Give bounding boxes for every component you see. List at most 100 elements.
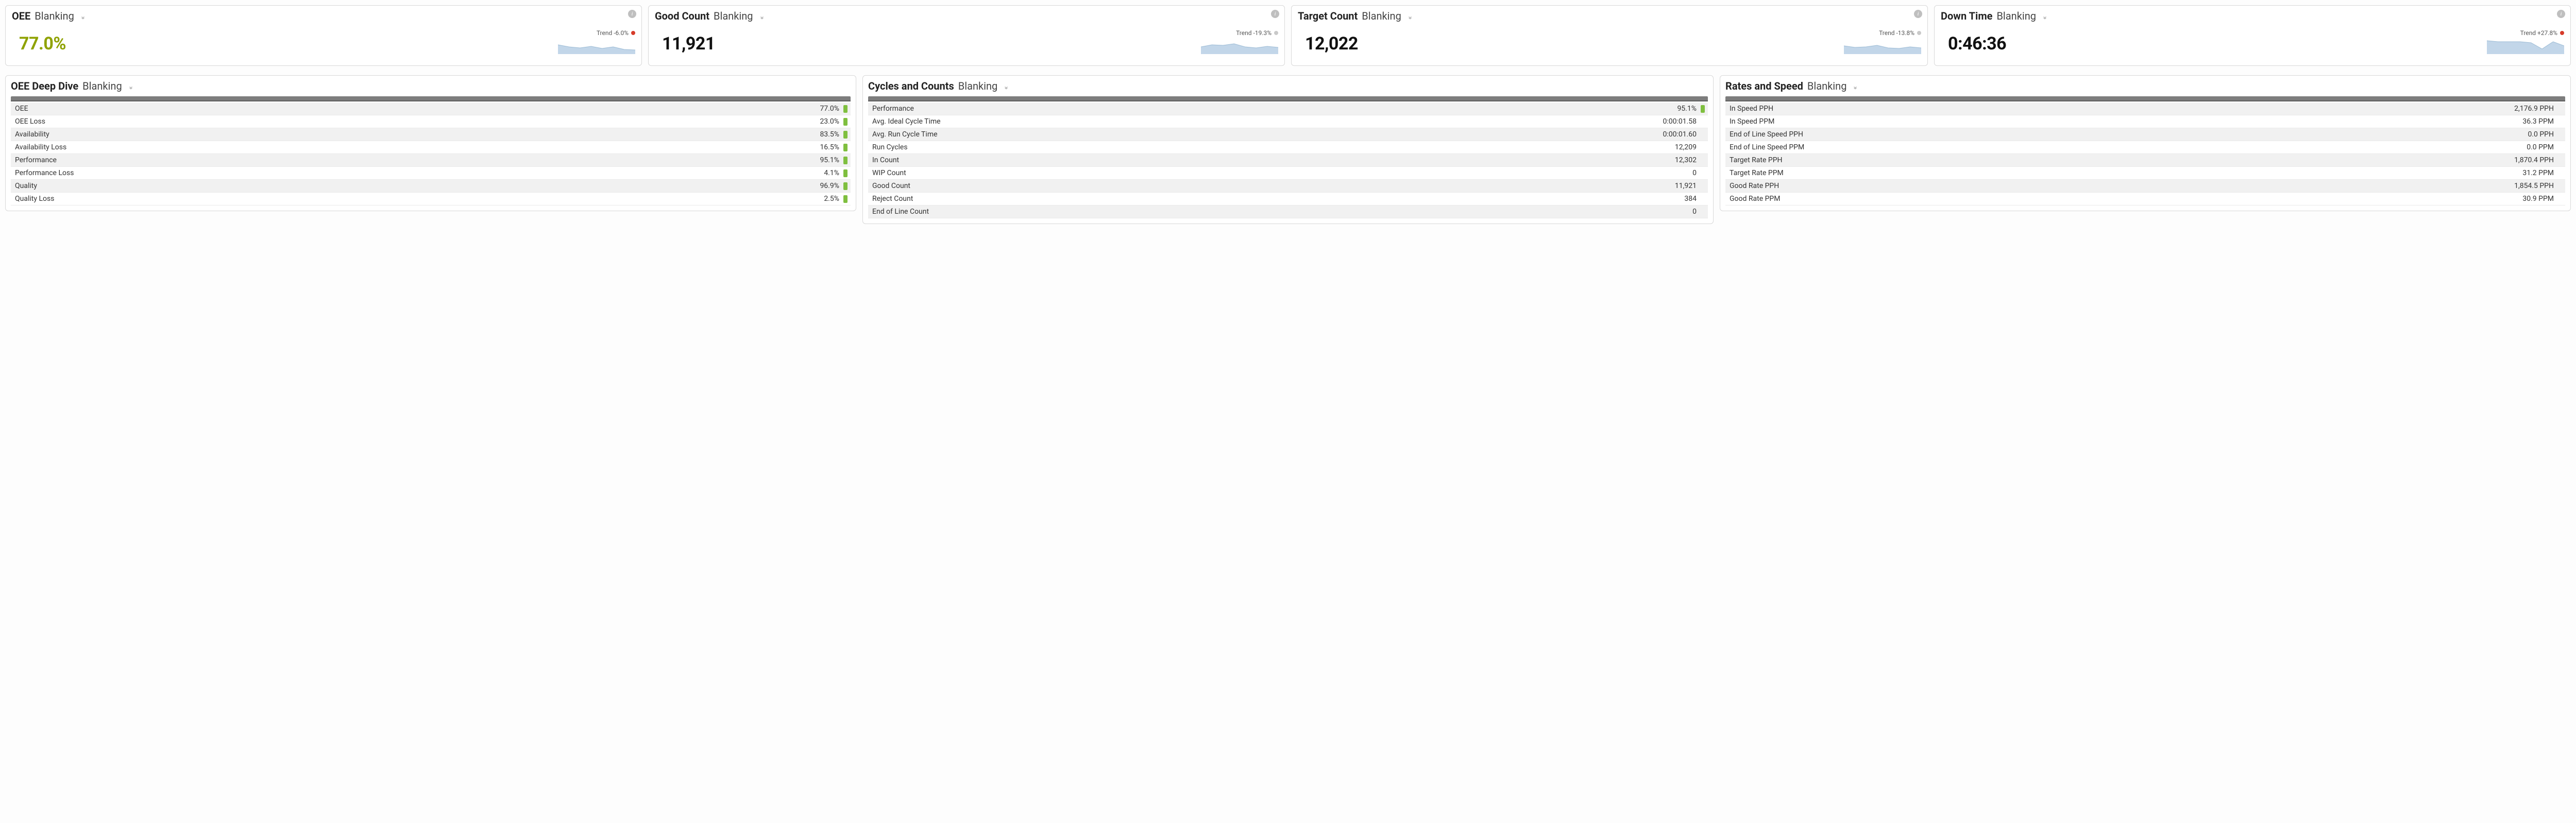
row-value: 77.0%	[601, 102, 843, 115]
row-pip-cell	[1701, 167, 1708, 180]
panel-title: Rates and Speed	[1725, 80, 1803, 92]
row-pip-cell	[2558, 141, 2565, 154]
deepdive-table: OEE77.0%OEE Loss23.0%Availability83.5%Av…	[11, 102, 851, 205]
row-label: WIP Count	[868, 167, 1405, 180]
kpi-body: 0:46:36Trend +27.8%	[1941, 29, 2564, 54]
table-row: OEE77.0%	[11, 102, 851, 115]
row-label: Good Rate PPM	[1725, 193, 2253, 205]
status-pip-icon	[843, 169, 848, 177]
row-pip-cell	[843, 180, 851, 193]
row-value: 23.0%	[601, 115, 843, 128]
row-pip-cell	[843, 115, 851, 128]
row-pip-cell	[2558, 115, 2565, 128]
table-row: Availability83.5%	[11, 128, 851, 141]
table-row: OEE Loss23.0%	[11, 115, 851, 128]
panel-accent-bar	[868, 96, 1708, 101]
panel-title: Cycles and Counts	[868, 80, 954, 92]
row-label: Quality Loss	[11, 193, 601, 205]
kpi-card: Down TimeBlanking»i0:46:36Trend +27.8%	[1934, 5, 2571, 66]
row-value: 2.5%	[601, 193, 843, 205]
row-value: 83.5%	[601, 128, 843, 141]
kpi-header: OEEBlanking»	[12, 10, 635, 22]
row-pip-cell	[843, 167, 851, 180]
kpi-subtitle: Blanking	[1996, 10, 2036, 22]
info-icon[interactable]: i	[2557, 10, 2565, 18]
row-value: 0:00:01.60	[1405, 128, 1701, 141]
info-icon[interactable]: i	[1914, 10, 1922, 18]
table-row: Avg. Run Cycle Time0:00:01.60	[868, 128, 1708, 141]
row-pip-cell	[843, 102, 851, 115]
sparkline-chart	[558, 38, 635, 54]
trend-label: Trend +27.8%	[2520, 29, 2564, 37]
row-value: 0.0 PPM	[2253, 141, 2558, 154]
row-label: OEE Loss	[11, 115, 601, 128]
chevron-double-down-icon[interactable]: »	[79, 16, 86, 19]
row-label: End of Line Speed PPH	[1725, 128, 2253, 141]
chevron-double-down-icon[interactable]: »	[1852, 86, 1859, 89]
panel-subtitle: Blanking	[82, 80, 122, 92]
row-pip-cell	[843, 154, 851, 167]
info-icon[interactable]: i	[628, 10, 636, 18]
row-value: 16.5%	[601, 141, 843, 154]
status-pip-icon	[843, 195, 848, 203]
sparkline-chart	[2487, 38, 2564, 54]
row-label: OEE	[11, 102, 601, 115]
row-value: 30.9 PPM	[2253, 193, 2558, 205]
row-pip-cell	[2558, 193, 2565, 205]
kpi-subtitle: Blanking	[1362, 10, 1401, 22]
trend-text: Trend +27.8%	[2520, 29, 2557, 37]
trend-text: Trend -6.0%	[597, 29, 629, 37]
panel-header: Cycles and Counts Blanking »	[868, 80, 1708, 92]
trend-label: Trend -6.0%	[597, 29, 635, 37]
row-pip-cell	[843, 128, 851, 141]
row-pip-cell	[843, 193, 851, 205]
kpi-title: Good Count	[655, 10, 709, 22]
row-value: 1,854.5 PPH	[2253, 180, 2558, 193]
kpi-body: 11,921Trend -19.3%	[655, 29, 1278, 54]
row-value: 2,176.9 PPH	[2253, 102, 2558, 115]
info-icon[interactable]: i	[1271, 10, 1279, 18]
chevron-double-down-icon[interactable]: »	[758, 16, 765, 19]
kpi-card: Good CountBlanking»i11,921Trend -19.3%	[648, 5, 1285, 66]
panel-header: Rates and Speed Blanking »	[1725, 80, 2565, 92]
panel-accent-bar	[1725, 96, 2565, 101]
trend-dot-icon	[2560, 31, 2564, 35]
row-pip-cell	[1701, 115, 1708, 128]
panel-subtitle: Blanking	[1807, 80, 1847, 92]
row-value: 12,209	[1405, 141, 1701, 154]
row-label: In Speed PPM	[1725, 115, 2253, 128]
chevron-double-down-icon[interactable]: »	[1406, 16, 1413, 19]
table-row: Quality Loss2.5%	[11, 193, 851, 205]
chevron-double-down-icon[interactable]: »	[127, 86, 134, 89]
panel-row: OEE Deep Dive Blanking » OEE77.0%OEE Los…	[5, 75, 2571, 224]
row-value: 95.1%	[601, 154, 843, 167]
trend-dot-icon	[1917, 31, 1921, 35]
row-value: 96.9%	[601, 180, 843, 193]
row-label: Availability	[11, 128, 601, 141]
table-row: In Speed PPM36.3 PPM	[1725, 115, 2565, 128]
row-value: 0.0 PPH	[2253, 128, 2558, 141]
row-pip-cell	[843, 141, 851, 154]
row-pip-cell	[1701, 141, 1708, 154]
cycles-table: Performance95.1%Avg. Ideal Cycle Time0:0…	[868, 102, 1708, 218]
row-label: Reject Count	[868, 193, 1405, 205]
panel-subtitle: Blanking	[958, 80, 998, 92]
row-pip-cell	[1701, 154, 1708, 167]
row-pip-cell	[1701, 205, 1708, 218]
table-row: Run Cycles12,209	[868, 141, 1708, 154]
row-value: 36.3 PPM	[2253, 115, 2558, 128]
row-pip-cell	[2558, 102, 2565, 115]
row-label: Target Rate PPM	[1725, 167, 2253, 180]
status-pip-icon	[843, 131, 848, 139]
row-label: In Speed PPH	[1725, 102, 2253, 115]
chevron-double-down-icon[interactable]: »	[2042, 16, 2048, 19]
row-label: Target Rate PPH	[1725, 154, 2253, 167]
row-pip-cell	[1701, 102, 1708, 115]
trend-dot-icon	[1274, 31, 1278, 35]
kpi-value: 11,921	[655, 33, 715, 54]
chevron-double-down-icon[interactable]: »	[1003, 86, 1010, 89]
row-label: Avg. Ideal Cycle Time	[868, 115, 1405, 128]
status-pip-icon	[843, 182, 848, 190]
row-label: Performance	[868, 102, 1405, 115]
row-value: 4.1%	[601, 167, 843, 180]
